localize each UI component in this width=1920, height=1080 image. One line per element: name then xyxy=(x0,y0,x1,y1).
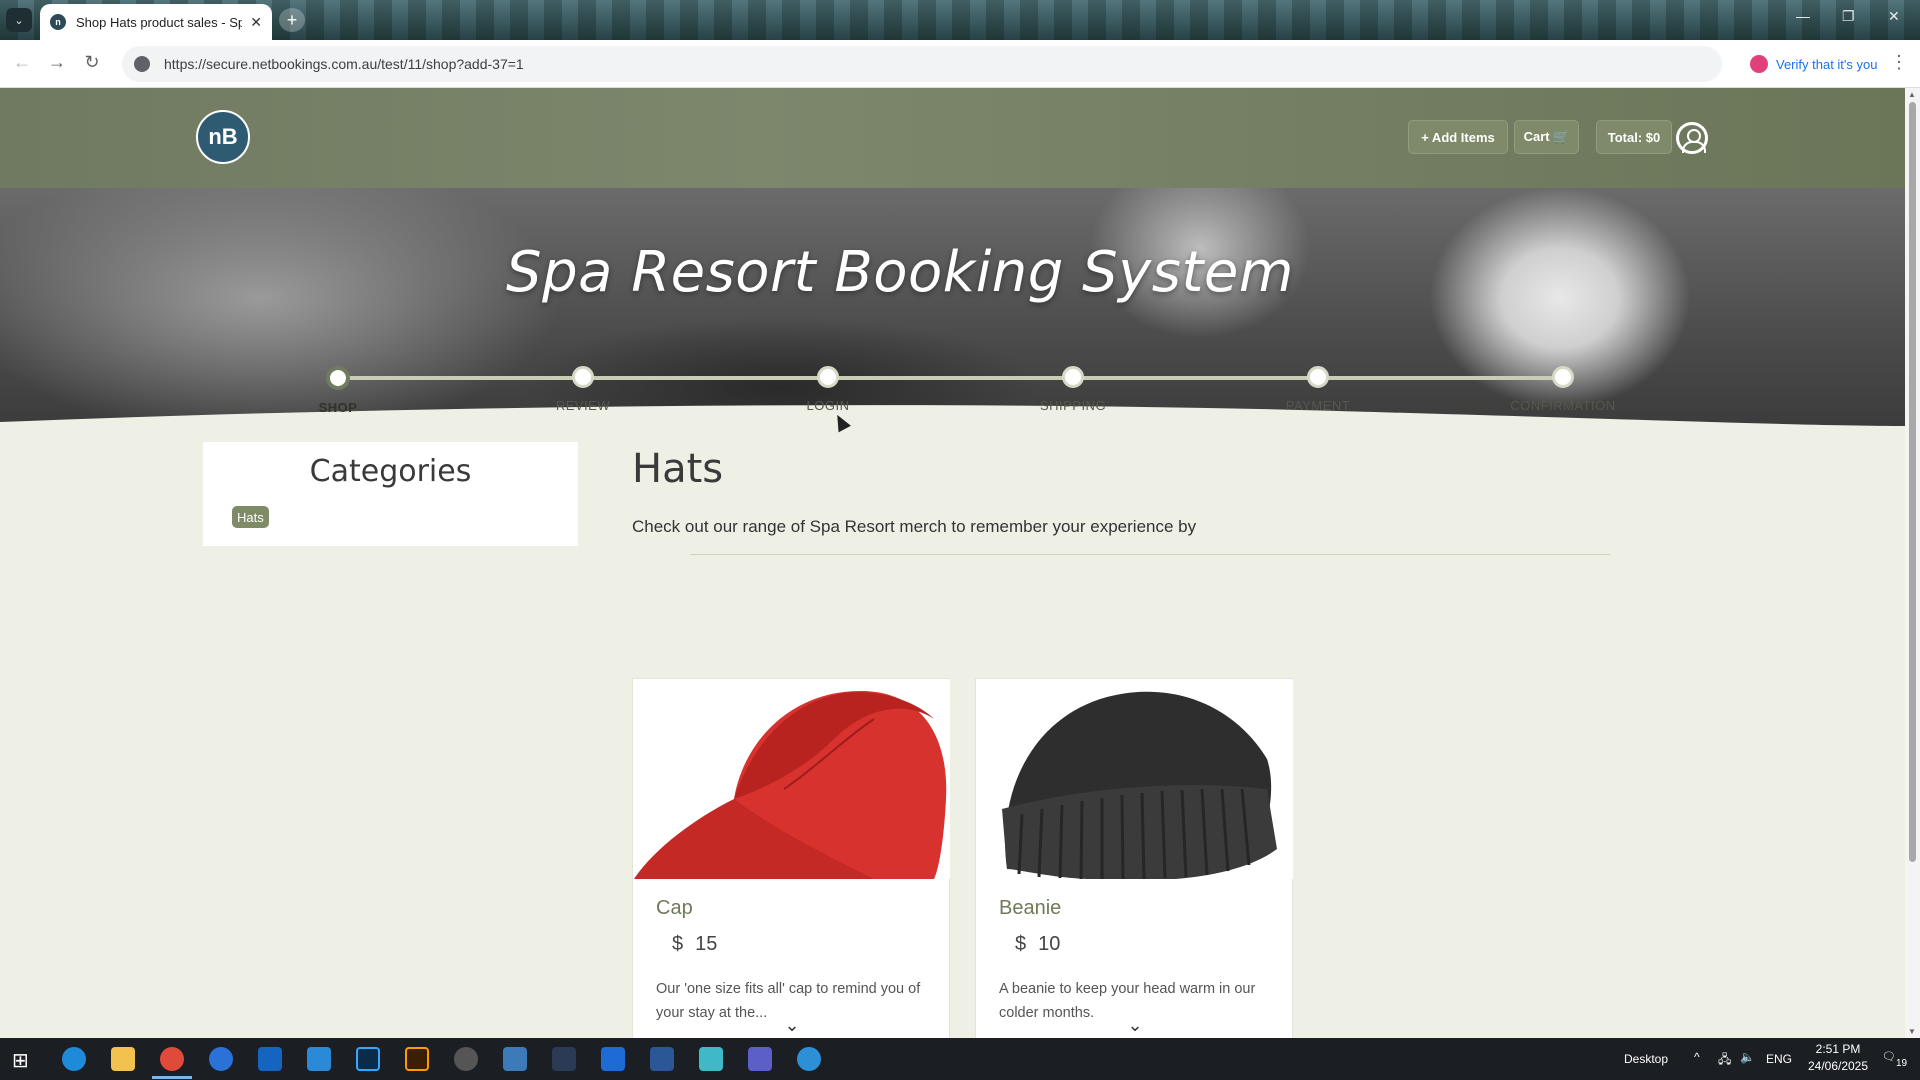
expand-chevron-icon[interactable]: ⌄ xyxy=(633,1015,951,1036)
desktop-toolbar-label[interactable]: Desktop xyxy=(1624,1052,1668,1066)
tab-title: Shop Hats product sales - Spa R xyxy=(76,14,242,30)
restore-icon[interactable]: ❐ xyxy=(1842,8,1855,25)
forward-arrow-icon[interactable]: → xyxy=(45,52,69,73)
product-name[interactable]: Cap xyxy=(656,897,693,920)
divider xyxy=(690,554,1610,555)
price-value: 10 xyxy=(1038,933,1061,955)
product-price: $10 xyxy=(1015,933,1060,956)
photoshop-icon[interactable] xyxy=(356,1047,380,1071)
chevron-down-icon: ⌄ xyxy=(14,14,24,27)
scroll-down-icon[interactable]: ▼ xyxy=(1908,1027,1916,1036)
product-card-beanie[interactable]: Beanie $10 A beanie to keep your head wa… xyxy=(975,678,1293,1038)
page-scrollbar[interactable]: ▲ ▼ xyxy=(1905,88,1920,1038)
chrome-icon[interactable] xyxy=(160,1047,184,1071)
clock-date[interactable]: 24/06/2025 xyxy=(1800,1059,1876,1073)
tray-expand-icon[interactable]: ^ xyxy=(1694,1050,1700,1064)
new-tab-button[interactable]: + xyxy=(279,8,305,32)
vscode-icon[interactable] xyxy=(307,1047,331,1071)
main-content: Hats Check out our range of Spa Resort m… xyxy=(0,88,1905,1038)
tab-list-button[interactable]: ⌄ xyxy=(6,8,32,32)
word-icon[interactable] xyxy=(650,1047,674,1071)
volume-icon[interactable]: 🔈 xyxy=(1740,1050,1755,1064)
scroll-up-icon[interactable]: ▲ xyxy=(1908,90,1916,99)
app-icon[interactable] xyxy=(552,1047,576,1071)
settings-gear-icon[interactable] xyxy=(454,1047,478,1071)
grey-beanie-image[interactable] xyxy=(977,679,1293,879)
illustrator-icon[interactable] xyxy=(405,1047,429,1071)
browser-toolbar: ← → ↻ https://secure.netbookings.com.au/… xyxy=(0,40,1920,88)
outlook-icon[interactable] xyxy=(258,1047,282,1071)
language-indicator[interactable]: ENG xyxy=(1766,1052,1792,1066)
app-icon[interactable] xyxy=(797,1047,821,1071)
url-text: https://secure.netbookings.com.au/test/1… xyxy=(164,56,524,72)
clock-time[interactable]: 2:51 PM xyxy=(1806,1042,1870,1056)
expand-chevron-icon[interactable]: ⌄ xyxy=(976,1015,1294,1036)
scrollbar-thumb[interactable] xyxy=(1909,102,1916,862)
back-arrow-icon[interactable]: ← xyxy=(10,52,34,73)
currency-symbol: $ xyxy=(1015,933,1027,955)
product-card-cap[interactable]: Cap $15 Our 'one size fits all' cap to r… xyxy=(632,678,950,1038)
page-viewport: nB + Add Items Cart 🛒 Total: $0 Spa Reso… xyxy=(0,88,1905,1038)
teams-icon[interactable] xyxy=(748,1047,772,1071)
window-close-icon[interactable]: ✕ xyxy=(1888,8,1900,25)
notification-count: 19 xyxy=(1896,1058,1908,1069)
file-explorer-icon[interactable] xyxy=(111,1047,135,1071)
site-favicon-icon: n xyxy=(50,14,66,30)
browser-menu-icon[interactable]: ⋮ xyxy=(1890,52,1908,73)
product-name[interactable]: Beanie xyxy=(999,897,1061,920)
app-icon[interactable] xyxy=(699,1047,723,1071)
profile-avatar-icon xyxy=(1750,55,1768,73)
firefox-icon[interactable] xyxy=(209,1047,233,1071)
verify-label: Verify that it's you xyxy=(1776,56,1878,72)
price-value: 15 xyxy=(695,933,718,955)
windows-start-icon[interactable]: ⊞ xyxy=(12,1048,36,1072)
red-cap-image[interactable] xyxy=(634,679,950,879)
close-tab-icon[interactable]: ✕ xyxy=(250,14,262,31)
windows-taskbar: ⊞ Desktop ^ 🖧 🔈 ENG 2:51 PM 24/06/2025 🗨… xyxy=(0,1038,1920,1080)
reload-icon[interactable]: ↻ xyxy=(80,52,104,73)
site-info-icon[interactable] xyxy=(134,56,150,72)
address-bar[interactable]: https://secure.netbookings.com.au/test/1… xyxy=(122,46,1722,82)
currency-symbol: $ xyxy=(672,933,684,955)
app-icon[interactable] xyxy=(503,1047,527,1071)
network-icon[interactable]: 🖧 xyxy=(1718,1050,1731,1071)
product-price: $15 xyxy=(672,933,717,956)
browser-tab-strip: ⌄ n Shop Hats product sales - Spa R ✕ + … xyxy=(0,0,1920,40)
notifications-icon[interactable]: 🗨 xyxy=(1882,1050,1896,1063)
verify-identity-button[interactable]: Verify that it's you xyxy=(1740,48,1887,80)
active-app-indicator xyxy=(152,1076,192,1079)
browser-tab[interactable]: n Shop Hats product sales - Spa R ✕ xyxy=(40,4,272,40)
outlook-new-icon[interactable] xyxy=(601,1047,625,1071)
edge-icon[interactable] xyxy=(62,1047,86,1071)
section-title: Hats xyxy=(632,446,724,492)
section-description: Check out our range of Spa Resort merch … xyxy=(632,517,1197,536)
minimize-icon[interactable]: — xyxy=(1796,8,1810,24)
